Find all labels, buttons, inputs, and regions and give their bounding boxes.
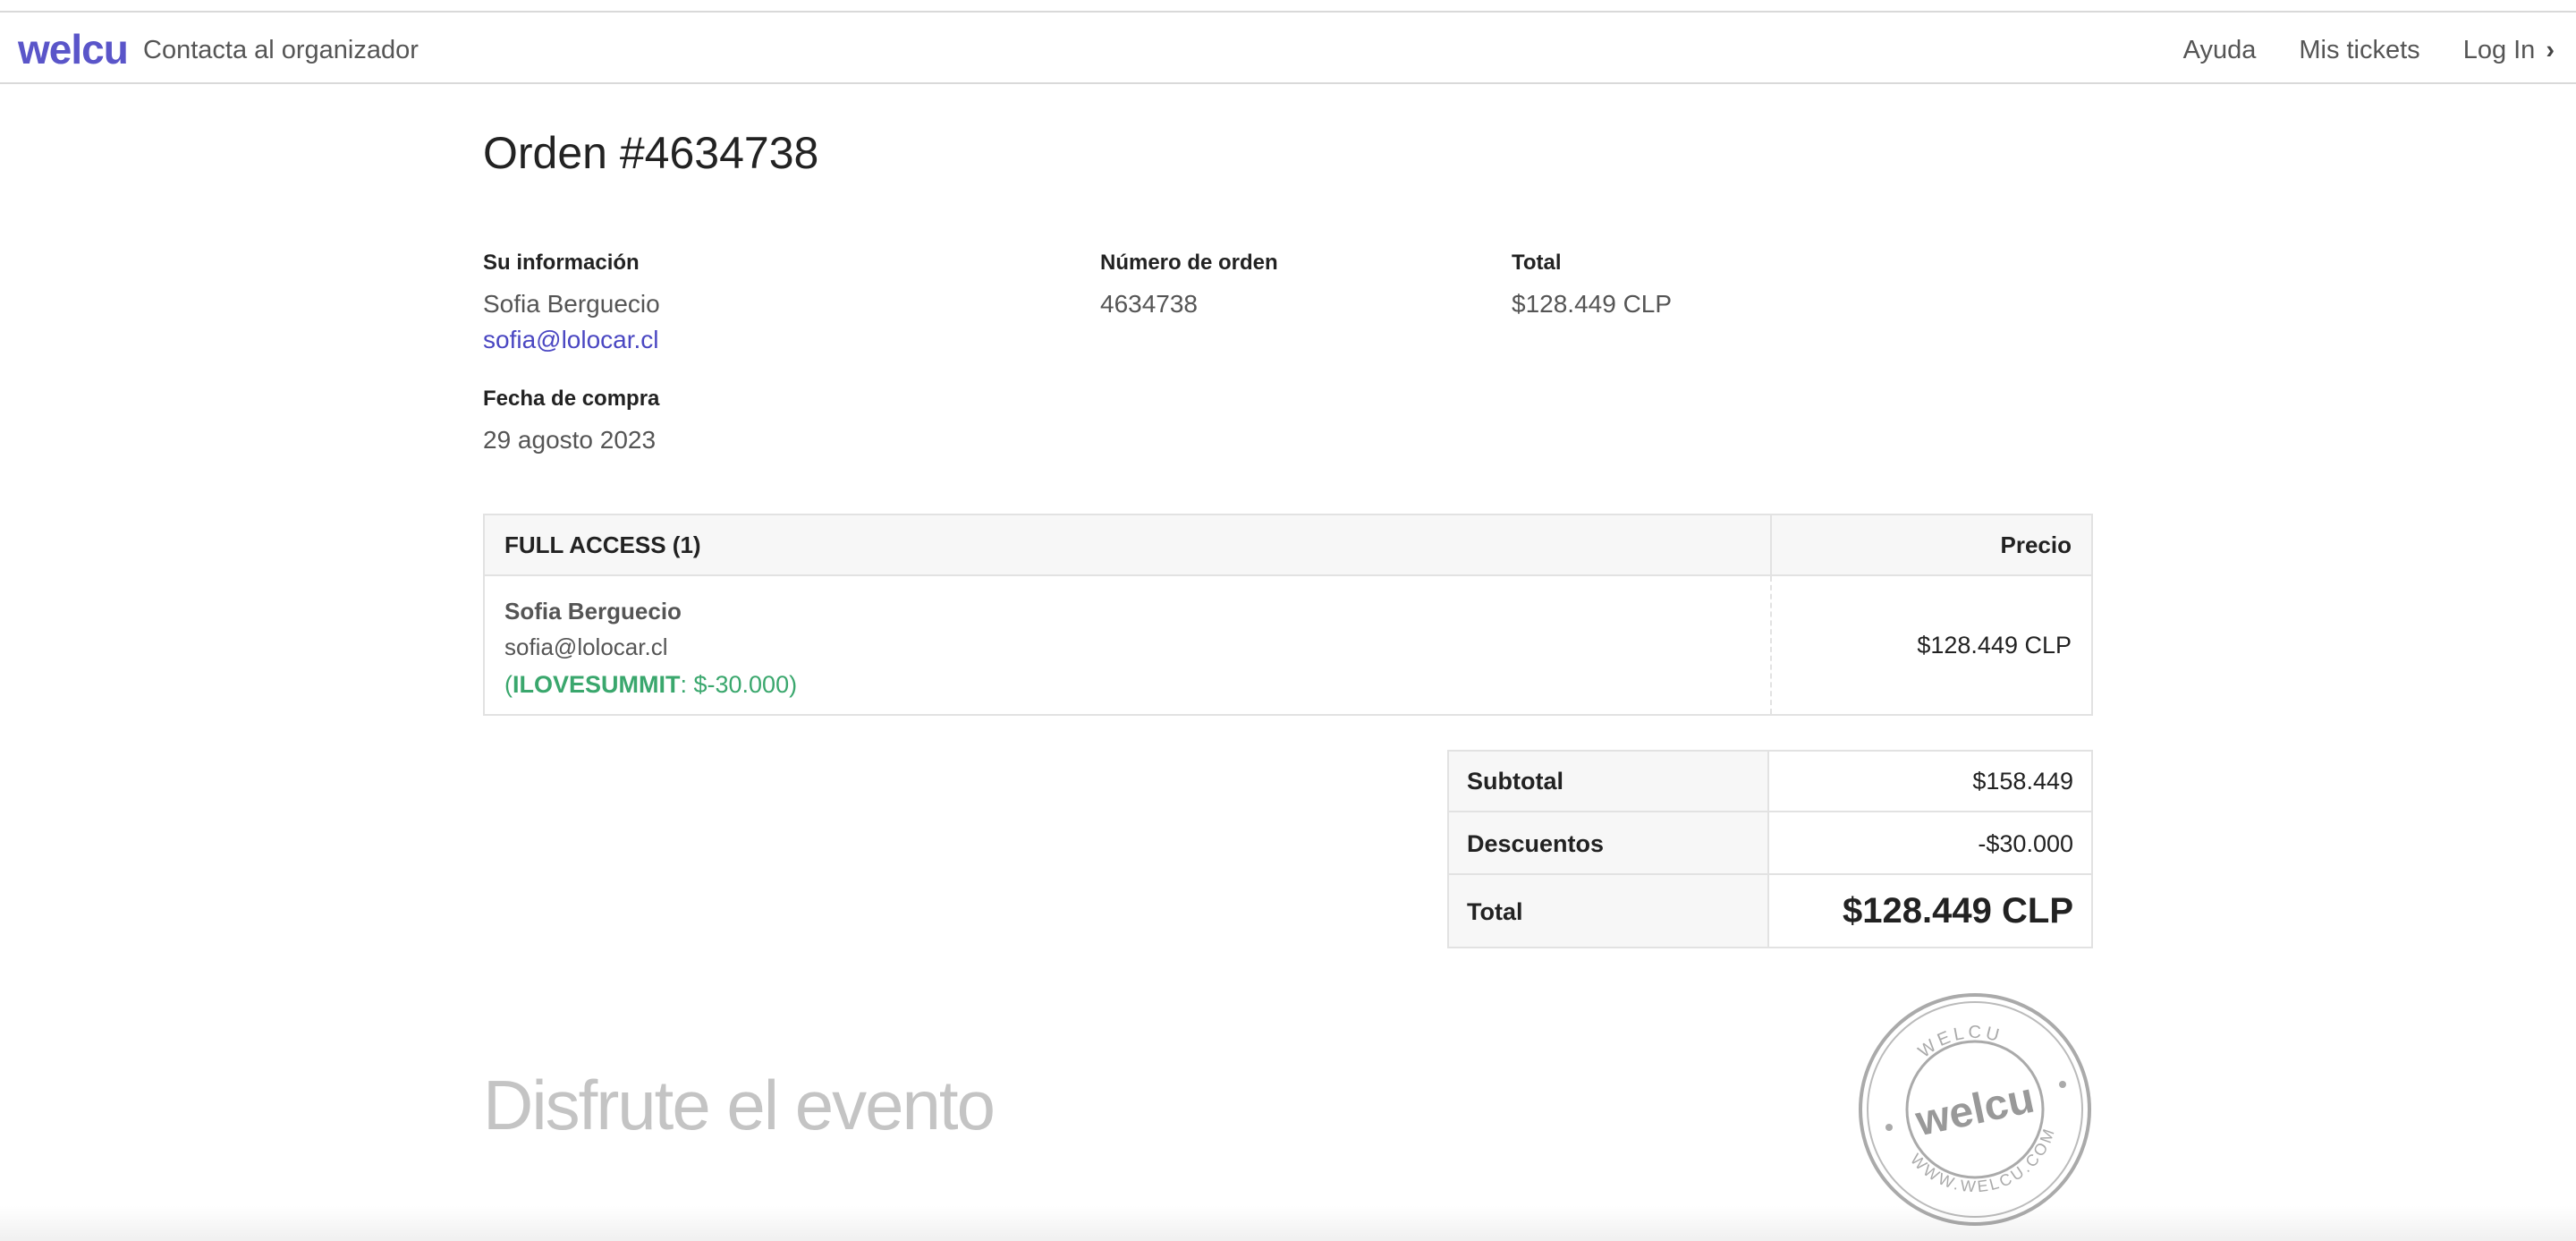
subtotal-row: Subtotal $158.449 bbox=[1449, 752, 2091, 812]
discounts-label: Descuentos bbox=[1467, 830, 1605, 857]
grand-total-label: Total bbox=[1467, 898, 1523, 925]
stamp-top-text: WELCU bbox=[1912, 1015, 2008, 1064]
ticket-price: $128.449 CLP bbox=[1917, 632, 2072, 659]
price-header: Precio bbox=[2000, 531, 2072, 558]
login-label: Log In bbox=[2462, 36, 2536, 64]
welcu-logo[interactable]: welcu bbox=[18, 25, 129, 73]
discount-code-info: (ILOVESUMMIT: $-30.000) bbox=[504, 671, 797, 699]
table-row: Sofia Berguecio sofia@lolocar.cl (ILOVES… bbox=[485, 576, 2091, 714]
order-total: $128.449 CLP bbox=[1512, 290, 1673, 318]
discount-code: ILOVESUMMIT bbox=[513, 671, 681, 698]
discounts-value: -$30.000 bbox=[1978, 830, 2073, 857]
page-title: Orden #4634738 bbox=[483, 128, 819, 178]
tickets-table: FULL ACCESS (1) Precio Sofia Berguecio s… bbox=[483, 514, 2093, 716]
browser-top-edge bbox=[0, 0, 2576, 13]
attendee-email: sofia@lolocar.cl bbox=[504, 633, 668, 660]
enjoy-event-text: Disfrute el evento bbox=[483, 1066, 996, 1144]
grand-total-label-cell: Total bbox=[1449, 875, 1769, 947]
bottom-shadow bbox=[0, 1205, 2576, 1241]
navbar: welcu Contacta al organizador Ayuda Mis … bbox=[0, 13, 2576, 84]
subtotal-label-cell: Subtotal bbox=[1449, 752, 1769, 811]
chevron-right-icon: › bbox=[2546, 36, 2555, 64]
login-link[interactable]: Log In › bbox=[2463, 36, 2555, 65]
order-number: 4634738 bbox=[1100, 290, 1199, 318]
discounts-row: Descuentos -$30.000 bbox=[1449, 812, 2091, 875]
subtotal-value: $158.449 bbox=[1972, 768, 2073, 795]
column-divider bbox=[1770, 515, 1772, 574]
welcu-stamp-icon: WELCU welcu WWW.WELCU.COM bbox=[1859, 993, 2091, 1226]
customer-email-link[interactable]: sofia@lolocar.cl bbox=[483, 326, 659, 354]
order-number-label: Número de orden bbox=[1100, 251, 1278, 275]
grand-total-row: Total $128.449 CLP bbox=[1449, 875, 2091, 947]
help-link[interactable]: Ayuda bbox=[2183, 36, 2257, 65]
column-divider bbox=[1770, 576, 1772, 714]
tickets-table-header: FULL ACCESS (1) Precio bbox=[485, 515, 2091, 576]
my-tickets-link[interactable]: Mis tickets bbox=[2299, 36, 2419, 65]
contact-organizer-link[interactable]: Contacta al organizador bbox=[143, 36, 419, 65]
ticket-type-header: FULL ACCESS (1) bbox=[504, 531, 701, 558]
nav-links: Ayuda Mis tickets Log In › bbox=[2183, 36, 2555, 65]
discounts-label-cell: Descuentos bbox=[1449, 812, 1769, 873]
svg-text:WELCU: WELCU bbox=[1912, 1015, 2008, 1064]
discount-open-paren: ( bbox=[504, 671, 513, 698]
discount-amount: : $-30.000) bbox=[680, 671, 798, 698]
your-info-label: Su información bbox=[483, 251, 640, 275]
purchase-date: 29 agosto 2023 bbox=[483, 426, 657, 454]
grand-total-value: $128.449 CLP bbox=[1843, 891, 2073, 931]
stamp-center-text: welcu bbox=[1911, 1075, 2038, 1146]
purchase-date-label: Fecha de compra bbox=[483, 387, 660, 411]
total-label: Total bbox=[1512, 251, 1562, 275]
subtotal-label: Subtotal bbox=[1467, 768, 1563, 795]
totals-table: Subtotal $158.449 Descuentos -$30.000 To… bbox=[1447, 750, 2093, 948]
attendee-name: Sofia Berguecio bbox=[504, 598, 682, 625]
customer-name: Sofia Berguecio bbox=[483, 290, 660, 318]
